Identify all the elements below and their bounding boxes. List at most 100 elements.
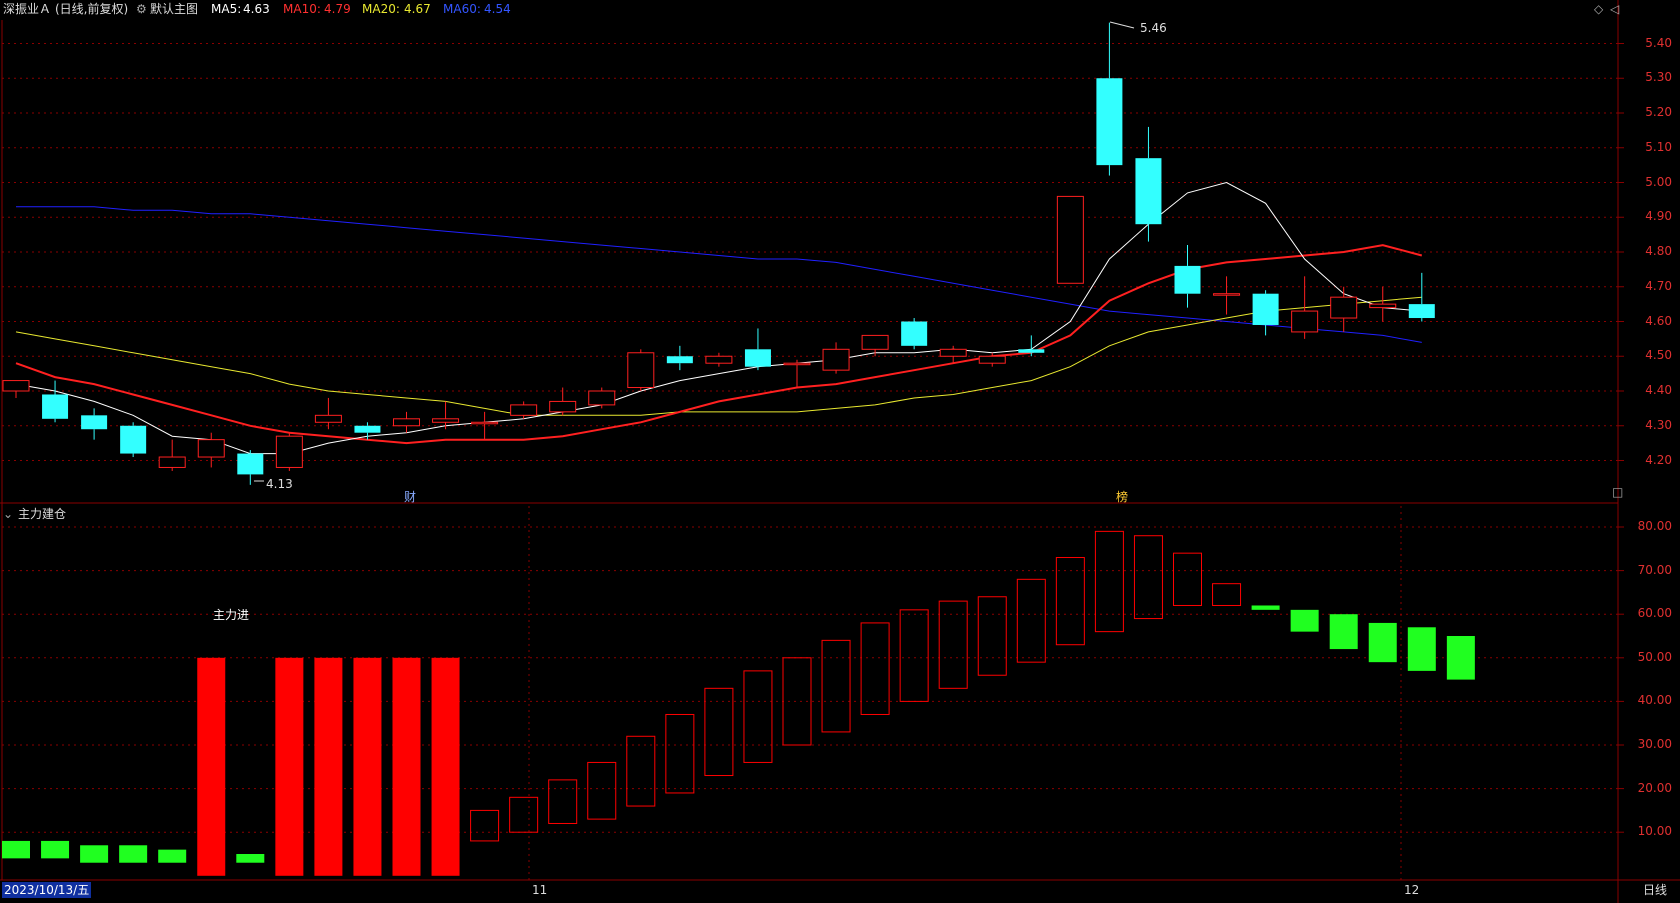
ma60-label: MA60: <box>443 2 481 16</box>
candle-up <box>275 435 303 468</box>
candle-down <box>1135 158 1162 225</box>
sub-bar-up <box>314 657 343 876</box>
month-11-label: 11 <box>532 883 548 897</box>
candle-up <box>1056 195 1084 284</box>
candle-up <box>939 348 967 357</box>
ma60-value: 4.54 <box>484 2 511 16</box>
sub-tick-label: 30.00 <box>1637 737 1672 751</box>
sub-tick-label: 40.00 <box>1637 693 1672 708</box>
diamond-icon[interactable]: ◇ <box>1594 2 1603 16</box>
sub-bar-down <box>1290 609 1319 632</box>
candle-up <box>393 418 420 427</box>
high-annotation: 5.46 <box>1140 21 1167 35</box>
finance-marker[interactable]: 财 <box>404 489 416 505</box>
ma5-label: MA5: <box>211 2 242 16</box>
sub-bar-up <box>197 657 226 876</box>
maximize-icon[interactable]: □ <box>1612 485 1623 499</box>
ma20-value: 4.67 <box>404 2 431 16</box>
price-tick-label: 5.20 <box>1645 105 1672 119</box>
candle-down <box>120 425 147 454</box>
price-tick-label: 5.10 <box>1645 139 1672 154</box>
list-marker[interactable]: 榜 <box>1116 489 1128 505</box>
sub-bar-rising <box>743 670 773 763</box>
candle-up <box>822 348 850 371</box>
candle-down <box>81 415 108 430</box>
sub-bar-rising <box>665 713 695 794</box>
ma60-line <box>16 206 1422 343</box>
price-tick-label: 4.20 <box>1645 452 1672 467</box>
sub-bar-down <box>2 840 30 859</box>
ma20-label: MA20: <box>362 2 400 16</box>
sub-bar-rising <box>509 796 539 833</box>
sub-tick-label: 10.00 <box>1637 824 1672 839</box>
price-tick-label: 5.40 <box>1645 35 1672 50</box>
sub-bar-rising <box>1173 552 1202 606</box>
sub-bar-up <box>431 657 460 876</box>
indicator-header: 深振业Ａ (日线,前复权) ⚙ 默认主图 MA5: 4.63 MA10: 4.7… <box>0 0 1560 20</box>
ma5-line <box>15 181 1422 455</box>
candle-up <box>314 414 342 423</box>
sub-bar-down <box>80 845 109 863</box>
price-tick-label: 4.30 <box>1645 417 1672 432</box>
candle-up <box>197 439 225 458</box>
candle-up <box>432 418 460 423</box>
high-pointer <box>1109 21 1135 29</box>
sub-tick-label: 80.00 <box>1637 519 1672 533</box>
price-tick-label: 5.00 <box>1645 174 1672 189</box>
candle-up <box>1369 303 1397 309</box>
template-gear-icon[interactable]: ⚙ <box>136 1 147 17</box>
sub-bar-rising <box>1094 530 1124 633</box>
sub-bar-up <box>392 657 421 876</box>
candle-down <box>1174 265 1201 294</box>
sub-tick-label: 60.00 <box>1637 606 1672 621</box>
sub-bar-rising <box>1212 583 1242 606</box>
sub-tick-label: 20.00 <box>1637 780 1672 795</box>
collapse-icon[interactable]: ◁ <box>1610 2 1619 16</box>
sub-bar-down <box>119 845 148 863</box>
candle-down <box>1252 293 1279 325</box>
sub-bar-rising <box>626 735 656 807</box>
price-tick-label: 5.30 <box>1645 70 1672 85</box>
candle-up <box>861 334 889 350</box>
period-selector[interactable]: 日线 <box>1632 881 1678 899</box>
sub-bar-down <box>1407 627 1436 671</box>
ma10-value: 4.79 <box>324 2 351 16</box>
stock-chart-window: 深振业Ａ (日线,前复权) ⚙ 默认主图 MA5: 4.63 MA10: 4.7… <box>0 0 1680 903</box>
candle-down <box>1018 349 1045 353</box>
sub-bar-rising <box>470 809 500 842</box>
template-name[interactable]: 默认主图 <box>150 1 198 17</box>
sub-bar-rising <box>821 639 851 733</box>
candle-down <box>1408 304 1435 319</box>
candle-up <box>783 362 811 366</box>
sub-bar-rising <box>1016 578 1046 663</box>
candle-up <box>471 421 499 425</box>
low-annotation: 4.13 <box>266 477 293 491</box>
ma10-label: MA10: <box>283 2 321 16</box>
candle-up <box>978 355 1006 364</box>
candle-up <box>2 380 30 392</box>
candle-up <box>588 390 616 406</box>
price-tick-label: 4.70 <box>1645 278 1672 293</box>
candle-down <box>354 425 381 433</box>
sub-bar-rising <box>977 596 1007 676</box>
sub-tick-label: 50.00 <box>1637 649 1672 664</box>
sub-bar-rising <box>548 779 578 824</box>
candle-down <box>901 321 928 346</box>
ma10-line <box>15 244 1423 445</box>
candle-up <box>705 355 733 364</box>
sub-panel-chevron-icon[interactable]: ⌄ <box>3 506 13 522</box>
sub-bar-down <box>41 840 70 859</box>
sub-panel-title: 主力建仓 <box>18 507 67 521</box>
price-tick-label: 4.40 <box>1645 383 1672 397</box>
month-12-label: 12 <box>1404 883 1420 897</box>
price-tick-label: 4.50 <box>1645 348 1672 363</box>
candle-down <box>42 394 69 419</box>
candle-up <box>1291 310 1319 333</box>
price-tick-label: 4.80 <box>1645 244 1672 258</box>
sub-bar-rising <box>587 761 617 820</box>
price-chart-canvas[interactable] <box>0 0 1680 903</box>
sub-tick-label: 70.00 <box>1637 562 1672 577</box>
main-in-label: 主力进 <box>213 608 250 622</box>
sub-bar-rising <box>899 609 929 702</box>
sub-bar-up <box>275 657 304 876</box>
